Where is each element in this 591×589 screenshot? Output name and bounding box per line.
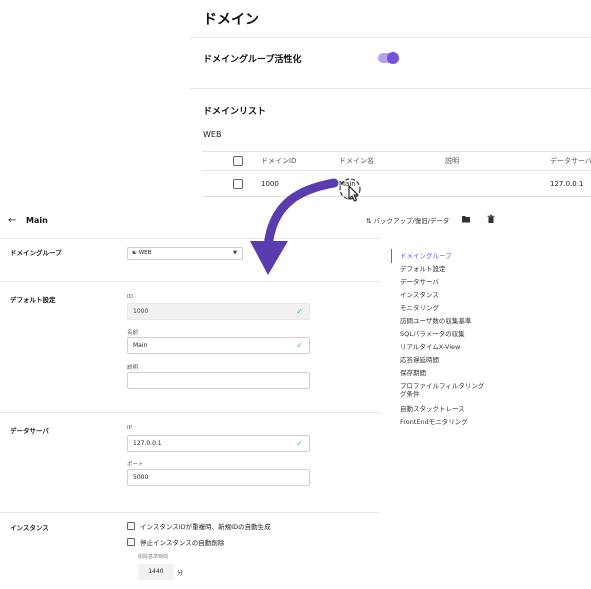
divider (0, 412, 380, 413)
check-icon: ✓ (296, 439, 303, 448)
domain-group-select[interactable]: ☯ WEB ▼ (127, 247, 243, 260)
nav-item-visitor-criteria[interactable]: 訪問ユーザ数の収集基準 (400, 317, 471, 325)
port-field[interactable]: 5000 (127, 469, 310, 486)
group-icon: ☯ (132, 250, 137, 256)
nav-item-domain-group[interactable]: ドメイングループ (400, 252, 452, 260)
nav-item-auto-stacktrace[interactable]: 自動スタックトレース (400, 405, 465, 413)
trash-icon[interactable] (486, 214, 496, 224)
column-header-data-server[interactable]: データサーバ (550, 156, 591, 166)
port-field-value: 5000 (133, 474, 149, 481)
domain-group-name: WEB (203, 130, 222, 139)
port-field-label: ポート (127, 462, 144, 468)
nav-item-sql-parameter[interactable]: SQLパラメータの収集 (400, 330, 465, 338)
backup-restore-button[interactable]: ⇅ バックアップ/復旧/データ (366, 215, 449, 225)
instance-section-label: インスタンス (10, 524, 49, 532)
nav-item-realtime-xview[interactable]: リアルタイムX-View (400, 343, 460, 351)
nav-item-response-delay[interactable]: 応答遅延時間 (400, 356, 439, 364)
nav-item-data-server[interactable]: データサーバ (400, 278, 439, 286)
nav-item-retention-period[interactable]: 保存期間 (400, 369, 426, 377)
id-field-label: ID (127, 294, 133, 300)
toggle-knob (387, 52, 399, 64)
page-title: ドメイン (203, 12, 259, 28)
name-field-label: 名前 (127, 330, 139, 336)
divider (190, 88, 591, 89)
auto-new-id-label: インスタンスIDが重複時、新規IDの自動生成 (140, 523, 271, 531)
backup-restore-label: バックアップ/復旧/データ (373, 217, 450, 225)
column-header-domain-id[interactable]: ドメインID (261, 156, 296, 166)
name-field-value: Main (133, 342, 148, 349)
check-icon: ✓ (296, 341, 303, 350)
divider (190, 37, 591, 38)
nav-item-default-settings[interactable]: デフォルト設定 (400, 265, 446, 273)
delete-criteria-minutes-field[interactable]: 1440 (138, 564, 174, 580)
nav-item-profile-filtering-cont[interactable]: グ条件 (400, 390, 420, 398)
folder-icon[interactable] (461, 214, 471, 224)
description-field[interactable] (127, 372, 310, 389)
ip-field-label: IP (127, 425, 132, 431)
detail-title: Main (26, 216, 48, 225)
select-all-checkbox[interactable] (233, 156, 243, 166)
domain-group-section-label: ドメイングループ (10, 249, 62, 257)
domain-group-toggle[interactable] (378, 52, 399, 64)
ip-field-value: 127.0.0.1 (133, 440, 162, 447)
back-arrow-icon[interactable]: ← (8, 215, 16, 226)
cell-data-server: 127.0.0.1 (550, 179, 584, 188)
domain-group-toggle-label: ドメイングループ活性化 (203, 55, 302, 65)
column-header-domain-name[interactable]: ドメイン名 (339, 156, 374, 166)
name-field[interactable]: Main ✓ (127, 337, 310, 354)
id-field-value: 1000 (133, 308, 149, 315)
domain-list-title: ドメインリスト (203, 107, 267, 117)
nav-active-indicator (391, 249, 392, 263)
auto-delete-checkbox[interactable] (127, 538, 135, 546)
nav-item-profile-filtering[interactable]: プロファイルフィルタリング (400, 382, 484, 390)
ip-field[interactable]: 127.0.0.1 ✓ (127, 435, 310, 452)
default-settings-section-label: デフォルト設定 (10, 296, 56, 304)
table-header: ドメインID ドメイン名 説明 データサーバ (202, 151, 591, 171)
delete-criteria-label: 削除基準時間 (138, 554, 169, 560)
curved-arrow-icon (250, 178, 339, 275)
domain-group-select-value: WEB (138, 250, 152, 256)
auto-new-id-checkbox[interactable] (127, 522, 135, 530)
divider (0, 512, 380, 513)
nav-item-instance[interactable]: インスタンス (400, 291, 439, 299)
auto-delete-label: 停止インスタンスの自動削除 (140, 539, 225, 547)
nav-item-monitoring[interactable]: モニタリング (400, 304, 439, 312)
check-icon: ✓ (296, 307, 303, 316)
data-server-section-label: データサーバ (10, 427, 49, 435)
id-field: 1000 ✓ (127, 303, 310, 320)
column-header-description[interactable]: 説明 (445, 156, 459, 166)
nav-item-frontend-monitoring[interactable]: FrontEndモニタリング (400, 418, 468, 426)
minutes-unit: 分 (177, 570, 184, 577)
description-field-label: 説明 (127, 365, 139, 371)
